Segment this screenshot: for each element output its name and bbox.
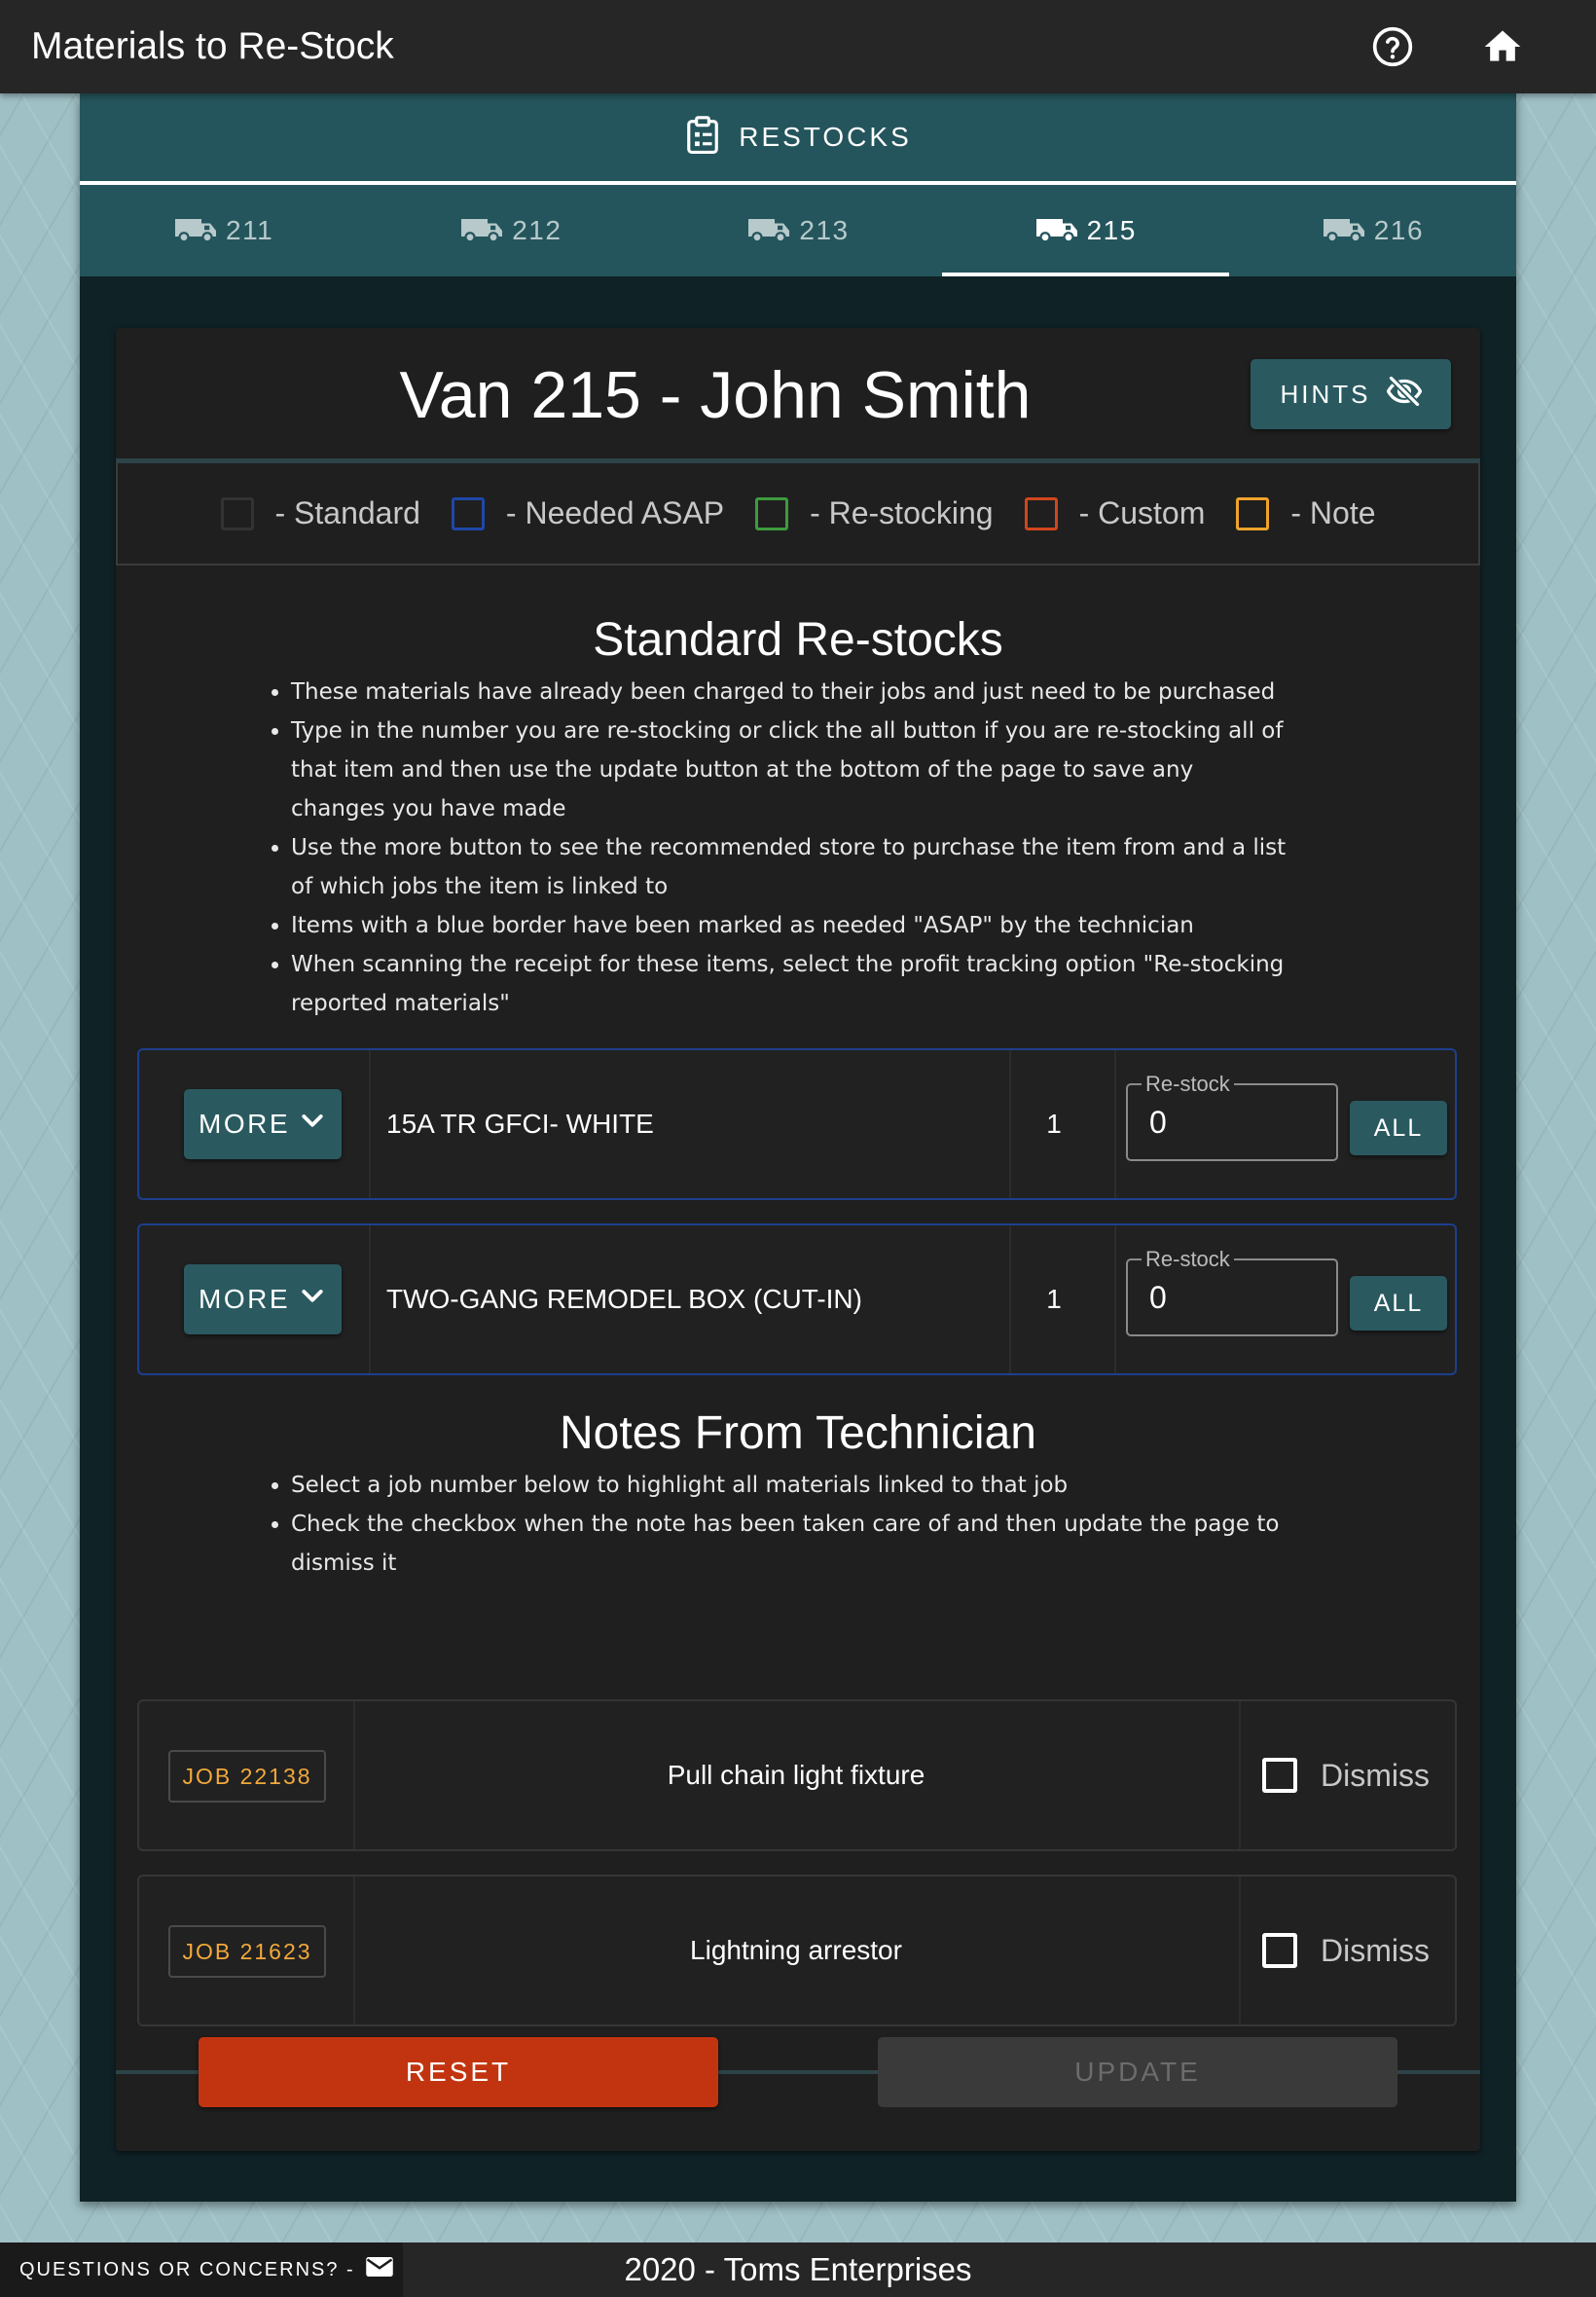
tab-van-216[interactable]: 216 [1229,185,1516,276]
van-icon [459,213,512,249]
reset-button[interactable]: RESET [199,2037,718,2107]
technician-note-row: JOB 21623 Lightning arrestor Dismiss [137,1875,1457,2026]
restock-field: Re-stock [1126,1247,1338,1336]
legend-swatch [755,496,789,530]
eye-off-icon [1371,375,1422,413]
tab-van-213[interactable]: 213 [654,185,941,276]
tab-label: 213 [799,215,850,245]
restock-field: Re-stock [1126,1072,1338,1161]
job-chip[interactable]: JOB 21623 [168,1925,326,1978]
dismiss-checkbox[interactable] [1262,1758,1297,1793]
contact-link[interactable]: QUESTIONS OR CONCERNS? - [0,2242,403,2297]
van-tabs: 211 212 213 215 216 [80,185,1516,276]
more-label: MORE [199,1109,290,1139]
cell-divider [1239,1701,1241,1849]
dismiss-toggle[interactable]: Dismiss [1262,1701,1430,1849]
legend-label: - Needed ASAP [505,495,725,530]
note-text: Lightning arrestor [690,1935,902,1965]
tab-label: 216 [1373,215,1425,245]
item-name: TWO-GANG REMODEL BOX (CUT-IN) [386,1284,862,1314]
restocks-panel: RESTOCKS 211 212 213 215 216 Van 215 - J… [80,93,1516,2202]
hints-label: HINTS [1280,379,1371,409]
restocks-header: RESTOCKS [80,93,1516,185]
tab-label: 212 [512,215,562,245]
cell-divider [369,1050,371,1198]
restock-label: Re-stock [1142,1072,1234,1097]
technician-note-row: JOB 22138 Pull chain light fixture Dismi… [137,1699,1457,1851]
cell-divider [1114,1225,1116,1373]
footer: QUESTIONS OR CONCERNS? - 2020 - Toms Ent… [0,2242,1596,2297]
instruction-item: Items with a blue border have been marke… [291,906,1293,945]
van-card: Van 215 - John Smith HINTS - Standard - … [116,328,1480,2151]
item-quantity: 1 [1046,1284,1062,1314]
hints-button[interactable]: HINTS [1251,359,1451,429]
job-chip[interactable]: JOB 22138 [168,1750,326,1803]
update-button[interactable]: UPDATE [878,2037,1397,2107]
legend-label: - Note [1290,495,1376,530]
restock-item-row: MORE TWO-GANG REMODEL BOX (CUT-IN) 1 Re-… [137,1223,1457,1375]
legend-swatch [220,496,254,530]
legend-needed-asap: - Needed ASAP [451,495,725,531]
tab-label: 215 [1086,215,1137,245]
legend-label: - Re-stocking [810,495,994,530]
instruction-item: Check the checkbox when the note has bee… [291,1505,1293,1583]
dismiss-label: Dismiss [1321,1757,1430,1793]
notes-instructions: Select a job number below to highlight a… [262,1466,1293,1583]
notes-title: Notes From Technician [560,1407,1036,1459]
all-button[interactable]: ALL [1350,1101,1447,1155]
instruction-item: Type in the number you are re-stocking o… [291,711,1293,828]
legend-re-stocking: - Re-stocking [755,495,994,531]
instruction-item: These materials have already been charge… [291,673,1293,711]
legend-swatch [451,496,485,530]
legend-note: - Note [1236,495,1376,531]
instruction-item: Use the more button to see the recommend… [291,828,1293,906]
tab-label: 211 [226,215,274,245]
restocks-header-label: RESTOCKS [739,122,912,152]
legend: - Standard - Needed ASAP - Re-stocking -… [116,458,1480,565]
app-bar: Materials to Re-Stock [0,0,1596,93]
help-circle-icon[interactable] [1367,21,1418,72]
restock-label: Re-stock [1142,1247,1234,1272]
contact-label: QUESTIONS OR CONCERNS? - [19,2258,355,2280]
more-button[interactable]: MORE [184,1089,342,1159]
instruction-item: Select a job number below to highlight a… [291,1466,1293,1505]
legend-swatch [1236,496,1270,530]
tab-van-212[interactable]: 212 [367,185,654,276]
item-quantity: 1 [1046,1109,1062,1139]
van-icon [173,213,226,249]
dismiss-checkbox[interactable] [1262,1933,1297,1968]
chevron-down-icon [290,1107,327,1143]
van-icon [1034,213,1087,249]
legend-standard: - Standard [220,495,420,531]
cell-divider [1239,1877,1241,2024]
cell-divider [1114,1050,1116,1198]
note-text: Pull chain light fixture [667,1760,925,1790]
more-label: MORE [199,1284,290,1314]
cell-divider [369,1225,371,1373]
dismiss-toggle[interactable]: Dismiss [1262,1877,1430,2024]
all-button[interactable]: ALL [1350,1276,1447,1331]
van-icon [746,213,799,249]
standard-restocks-title: Standard Re-stocks [593,614,1003,666]
app-title: Materials to Re-Stock [31,25,394,67]
legend-swatch [1024,496,1058,530]
legend-label: - Standard [274,495,420,530]
van-icon [1322,213,1374,249]
item-name: 15A TR GFCI- WHITE [386,1109,654,1139]
email-icon [355,2255,394,2284]
tab-van-211[interactable]: 211 [80,185,367,276]
instruction-item: When scanning the receipt for these item… [291,945,1293,1023]
chevron-down-icon [290,1282,327,1318]
standard-restocks-instructions: These materials have already been charge… [262,673,1293,1023]
clipboard-list-icon [684,115,721,161]
tab-van-215[interactable]: 215 [941,185,1230,276]
legend-label: - Custom [1078,495,1206,530]
restock-item-row: MORE 15A TR GFCI- WHITE 1 Re-stock ALL [137,1048,1457,1200]
home-icon[interactable] [1477,21,1528,72]
dismiss-label: Dismiss [1321,1932,1430,1968]
legend-custom: - Custom [1024,495,1206,531]
more-button[interactable]: MORE [184,1264,342,1334]
